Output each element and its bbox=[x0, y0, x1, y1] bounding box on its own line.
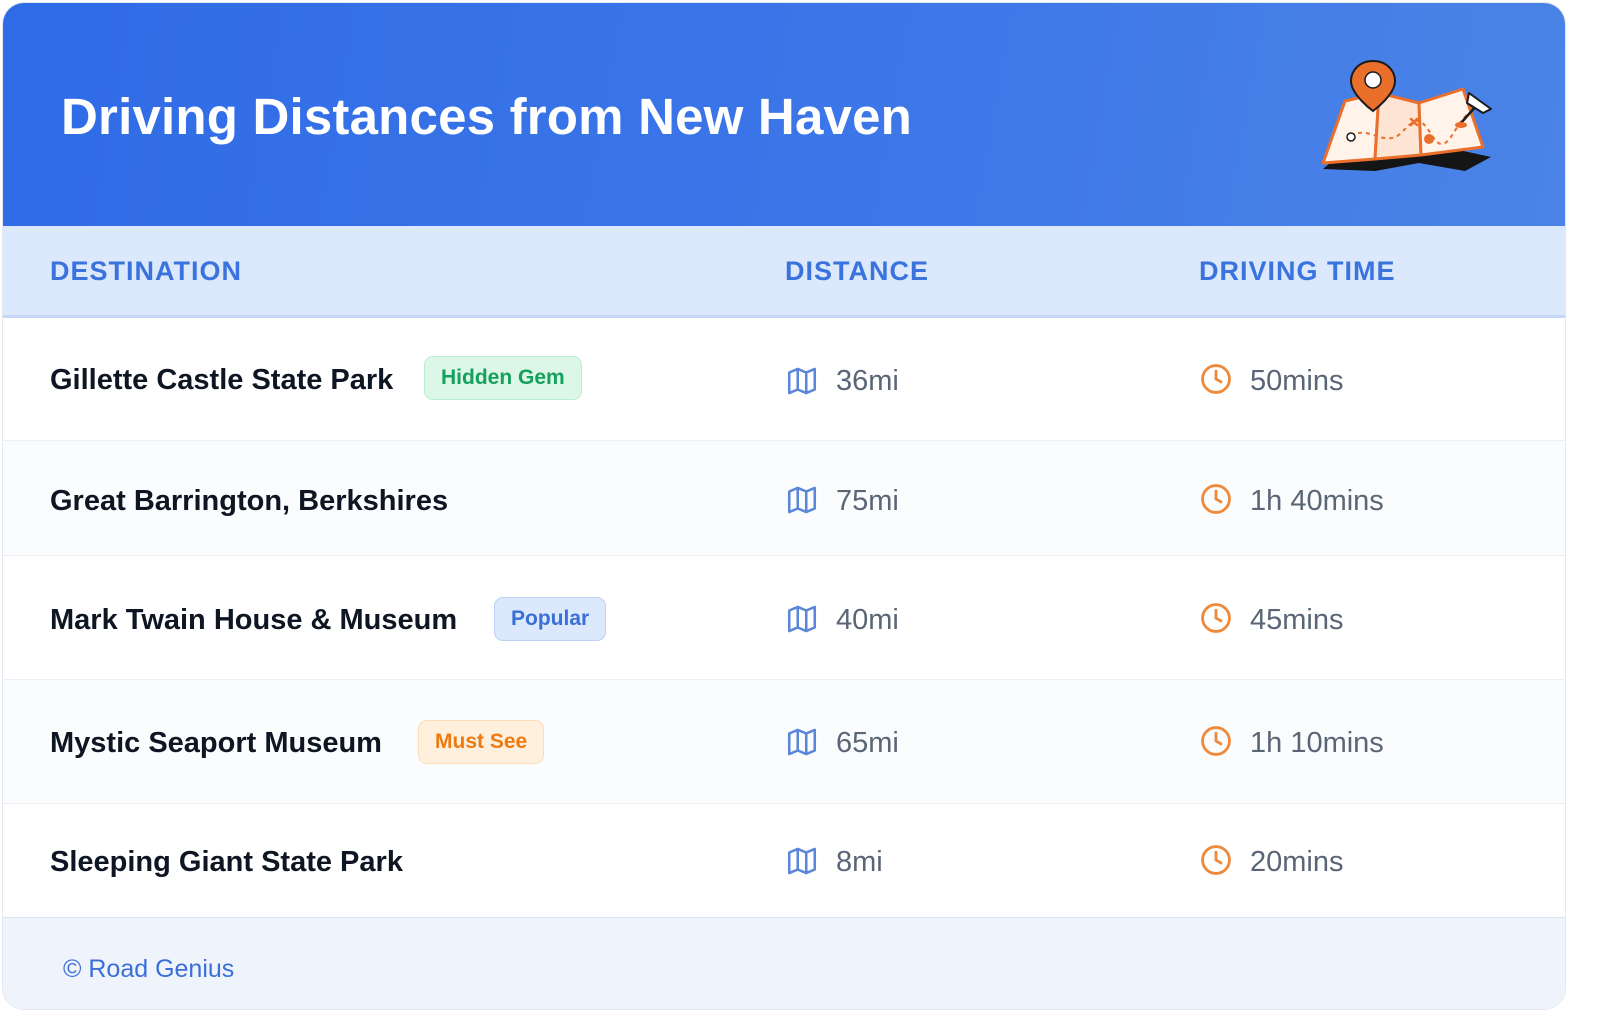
map-icon bbox=[787, 486, 817, 514]
map-icon bbox=[787, 728, 817, 756]
table-row: Mystic Seaport Museum Must See 65mi 1h 1… bbox=[3, 680, 1565, 804]
badge-hidden-gem: Hidden Gem bbox=[424, 356, 582, 400]
column-header-destination: DESTINATION bbox=[50, 256, 242, 286]
distance-value: 36mi bbox=[836, 365, 899, 397]
destination-name: Mystic Seaport Museum bbox=[50, 727, 382, 759]
page-title: Driving Distances from New Haven bbox=[61, 88, 912, 145]
driving-time-value: 1h 10mins bbox=[1250, 727, 1384, 759]
distance-value: 75mi bbox=[836, 485, 899, 517]
destination-name: Gillette Castle State Park bbox=[50, 364, 394, 396]
clock-icon bbox=[1201, 484, 1231, 514]
clock-icon bbox=[1201, 845, 1231, 875]
distance-value: 8mi bbox=[836, 846, 883, 878]
clock-icon bbox=[1201, 726, 1231, 756]
column-header-driving-time: DRIVING TIME bbox=[1199, 256, 1396, 286]
table-header: DESTINATION DISTANCE DRIVING TIME bbox=[3, 226, 1565, 318]
driving-time-value: 45mins bbox=[1250, 604, 1344, 636]
badge-must-see: Must See bbox=[418, 720, 545, 764]
driving-time-value: 1h 40mins bbox=[1250, 485, 1384, 517]
destination-name: Great Barrington, Berkshires bbox=[50, 485, 449, 517]
badge-popular: Popular bbox=[494, 597, 607, 641]
destination-name: Sleeping Giant State Park bbox=[50, 846, 403, 878]
driving-time-value: 50mins bbox=[1250, 365, 1344, 397]
clock-icon bbox=[1201, 603, 1231, 633]
table-row: Mark Twain House & Museum Popular 40mi 4… bbox=[3, 556, 1565, 680]
map-icon bbox=[787, 847, 817, 875]
header-banner: Driving Distances from New Haven bbox=[3, 3, 1565, 226]
distance-value: 40mi bbox=[836, 604, 899, 636]
driving-time-value: 20mins bbox=[1250, 846, 1344, 878]
map-icon bbox=[787, 605, 817, 633]
footer-copyright[interactable]: © Road Genius bbox=[63, 955, 234, 984]
column-header-distance: DISTANCE bbox=[785, 256, 930, 286]
footer: © Road Genius bbox=[3, 917, 1565, 1009]
map-with-pin-icon bbox=[1321, 59, 1492, 171]
table-row: Great Barrington, Berkshires 75mi 1h 40m… bbox=[3, 441, 1565, 556]
distances-card: Driving Distances from New Haven DESTINA… bbox=[2, 2, 1566, 1010]
clock-icon bbox=[1201, 364, 1231, 394]
table-row: Gillette Castle State Park Hidden Gem 36… bbox=[3, 318, 1565, 441]
destination-name: Mark Twain House & Museum bbox=[50, 604, 458, 636]
table-row: Sleeping Giant State Park 8mi 20mins bbox=[3, 804, 1565, 917]
distance-value: 65mi bbox=[836, 727, 899, 759]
map-icon bbox=[787, 367, 817, 395]
